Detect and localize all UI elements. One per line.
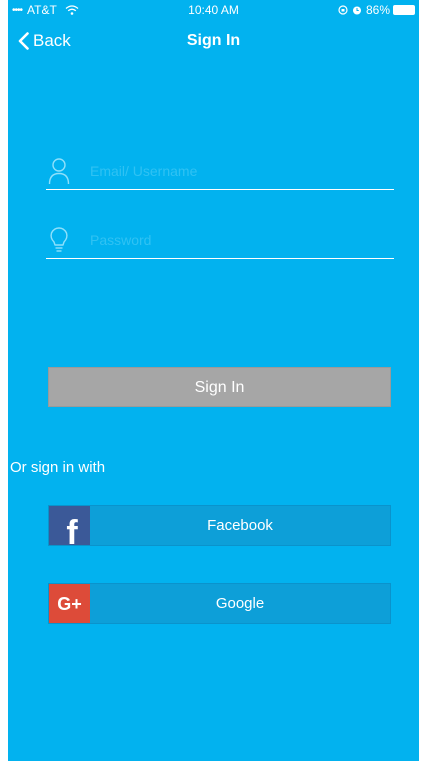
google-logo-letters: G+: [57, 594, 82, 614]
battery-icon: [393, 5, 415, 15]
google-plus-logo-icon: G+: [49, 584, 90, 623]
sign-in-button[interactable]: Sign In: [48, 367, 391, 407]
status-right: 86%: [338, 3, 415, 17]
facebook-logo-letter: f: [66, 514, 78, 545]
battery-percentage: 86%: [365, 3, 390, 17]
navigation-bar: Back Sign In: [8, 20, 419, 64]
google-sign-in-button[interactable]: G+ Google: [48, 583, 391, 624]
status-bar: •••• AT&T 10:40 AM 86%: [8, 0, 419, 20]
page-title: Sign In: [186, 32, 241, 49]
password-input[interactable]: [90, 228, 390, 252]
social-sign-in-prompt: Or sign in with: [10, 459, 106, 476]
lightbulb-icon: [50, 227, 68, 252]
sign-in-screen: •••• AT&T 10:40 AM 86% Back Sign In Emai…: [8, 0, 419, 761]
password-field: [46, 224, 394, 259]
facebook-label: Facebook: [207, 517, 273, 534]
facebook-sign-in-button[interactable]: f Facebook: [48, 505, 391, 546]
facebook-logo-icon: f: [49, 506, 90, 545]
lock-rotation-icon: [338, 5, 348, 15]
google-label: Google: [215, 595, 265, 612]
user-icon: [48, 158, 70, 185]
username-field: [46, 155, 394, 190]
username-input[interactable]: [90, 159, 390, 183]
alarm-icon: [352, 6, 361, 15]
